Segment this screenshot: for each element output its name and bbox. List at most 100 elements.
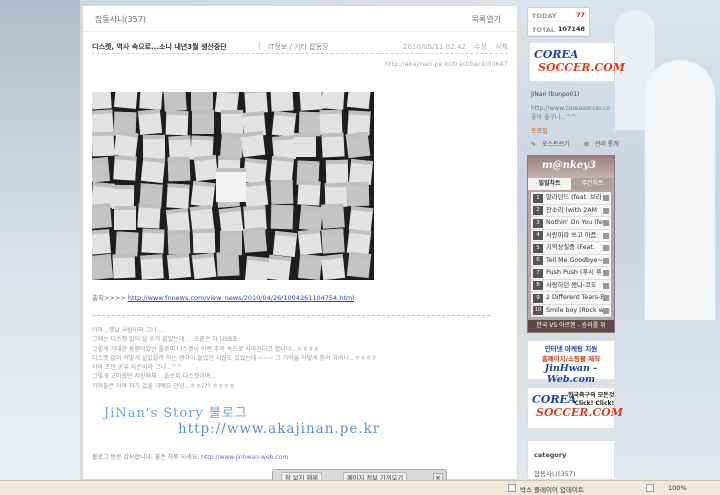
- play-icon[interactable]: [603, 295, 609, 301]
- chart-song-item[interactable]: 8 사랑하던 썸나-코도: [531, 280, 611, 292]
- play-icon[interactable]: [603, 220, 609, 226]
- profile-tag[interactable]: 프로필: [531, 127, 619, 136]
- play-icon[interactable]: [603, 195, 609, 201]
- floppy-disk: [319, 109, 343, 134]
- song-rank: 4: [533, 231, 543, 241]
- song-title: 말라던드 (feat. 브라: [546, 194, 602, 201]
- total-row: TOTAL 107148: [528, 22, 589, 36]
- floppy-disk: [166, 183, 190, 209]
- floppy-disk: [299, 92, 323, 111]
- jinhwan-web-banner[interactable]: 인터넷 마케팅 지원 홈페이지/쇼핑몰 제작 JinHwan -Web.com: [527, 340, 615, 385]
- floppy-disk: [321, 132, 345, 158]
- browser-status-bar: 박스 플레이어 업데이트 100%: [0, 480, 720, 495]
- floppy-disk: [138, 109, 163, 136]
- chart-song-item[interactable]: 6 Tell Me Goodbye~: [531, 255, 611, 267]
- floppy-disk: [166, 253, 192, 280]
- body-line: 디스켓 없이 어떻게 살았을까 하는 생각이 들었던 시절도 있었는데 ~~~ …: [92, 354, 377, 362]
- song-title: Nothin' On You (fe: [546, 219, 603, 226]
- signature-url[interactable]: http://www.akajinan.pe.kr: [178, 421, 380, 437]
- chart-tabs: 일일차트 주간차트: [528, 178, 614, 190]
- song-rank: 2: [533, 206, 543, 216]
- floppy-disk: [112, 253, 136, 279]
- chart-song-item[interactable]: 3 Nothin' On You (fe: [531, 217, 611, 230]
- play-icon[interactable]: [603, 207, 609, 214]
- plugin-icon[interactable]: [508, 484, 516, 492]
- monkey3-logo[interactable]: m@nkey3: [542, 160, 596, 171]
- zoom-level[interactable]: 100%: [668, 484, 687, 492]
- category-title[interactable]: 잡동사니(357): [95, 14, 146, 25]
- chart-song-item[interactable]: 10 Smile boy (Rock w: [531, 305, 611, 317]
- monkey3-header: m@nkey3: [528, 156, 614, 178]
- body-line: 기억들은 아마 저기 있을 거예요 안녕...ㅎㅎ??? ㅎㅎㅎㅎ: [92, 382, 235, 390]
- chart-song-item[interactable]: 4 사랑이라 쓰고 아픔: [531, 230, 611, 242]
- today-row: TODAY 77: [528, 8, 589, 22]
- floppy-disk: [92, 203, 113, 230]
- content-divider: [92, 315, 490, 316]
- play-icon[interactable]: [603, 282, 609, 289]
- profile-link[interactable]: http://www.coreasoccer.co: [531, 104, 619, 113]
- write-post-label: 포스트쓰기: [542, 141, 570, 148]
- total-label: TOTAL: [532, 26, 556, 34]
- floppy-disk: [271, 111, 296, 138]
- signature-title: JiNan's Story 블로그: [104, 406, 248, 421]
- floppy-disk: [143, 134, 166, 160]
- banner-caption: 한국축구의 모든것 Click! Click!: [568, 392, 614, 408]
- floppy-disk: [243, 180, 269, 207]
- delete-link[interactable]: 삭제: [495, 43, 508, 51]
- play-icon[interactable]: [603, 257, 609, 264]
- song-rank: 9: [533, 293, 543, 303]
- tab-daily[interactable]: 일일차트: [528, 178, 571, 190]
- monkey3-footer[interactable]: 한국 VS 아르헨 - 승리를 위: [528, 320, 614, 332]
- admin-label: 관리 통계: [594, 141, 619, 148]
- song-rank: 6: [533, 256, 543, 266]
- floppy-disk: [220, 110, 244, 135]
- chart-song-item[interactable]: 2 잔소리 (with 2AM: [531, 205, 611, 217]
- floppy-disk: [298, 204, 323, 232]
- floppy-disk: [113, 205, 136, 231]
- player-update-notice[interactable]: 박스 플레이어 업데이트: [520, 484, 584, 494]
- open-list-link[interactable]: 목록열기: [472, 14, 501, 25]
- floppy-disk: [139, 92, 164, 111]
- today-value: 77: [575, 11, 585, 19]
- tab-weekly[interactable]: 주간차트: [571, 178, 614, 190]
- floppy-disk: [190, 92, 213, 111]
- floppy-disk: [297, 180, 321, 206]
- floppy-disk: [346, 228, 372, 255]
- floppy-disk: [92, 253, 113, 280]
- floppy-disk: [115, 231, 139, 257]
- pencil-icon: ✎: [531, 141, 537, 148]
- play-icon[interactable]: [603, 270, 609, 276]
- body-line: 아마...옛날 사람이라 그나....: [92, 327, 165, 334]
- chart-song-list: 1 말라던드 (feat. 브라 2 잔소리 (with 2AM 3 Nothin' On…: [531, 192, 611, 317]
- floppy-disk: [113, 92, 139, 110]
- coreasoccer-logo[interactable]: COREA SOCCER.COM: [529, 42, 625, 82]
- post-category[interactable]: IT정보 / 기타 잡동장: [268, 42, 328, 52]
- trackback-url[interactable]: http://akajinan.pe.kr/trackback/30647: [385, 60, 508, 68]
- logo-text: COREA SOCCER.COM: [534, 48, 625, 74]
- song-rank: 8: [533, 281, 543, 291]
- logo-line2: SOCCER.COM: [538, 61, 625, 74]
- post-title[interactable]: 디스켓, 역사 속으로...소니 내년3월 생산중단: [92, 42, 227, 52]
- play-icon[interactable]: [603, 245, 609, 251]
- edit-link[interactable]: 수정: [474, 43, 487, 51]
- security-icon[interactable]: [646, 484, 654, 492]
- write-post-link[interactable]: ✎ 포스트쓰기: [531, 141, 576, 148]
- chart-song-item[interactable]: 7 Push Push (푸시 푸: [531, 267, 611, 280]
- floppy-disk-highlight: [216, 168, 246, 202]
- floppy-disk: [320, 253, 346, 280]
- footer-link[interactable]: http://www.jinhwan-web.com: [201, 454, 288, 461]
- floppy-disk: [270, 204, 294, 230]
- category-item[interactable]: 잡동사니(357): [534, 468, 575, 478]
- chart-song-item[interactable]: 1 말라던드 (feat. 브라: [531, 192, 611, 205]
- song-rank: 3: [533, 218, 543, 228]
- play-icon[interactable]: [603, 232, 609, 239]
- chart-song-item[interactable]: 92 Different Tears-E: [531, 292, 611, 305]
- chart-song-item[interactable]: 5 기억상실증 (Feat.: [531, 242, 611, 255]
- source-link[interactable]: http://www.fnnews.com/view_news/2010/04/…: [128, 294, 354, 302]
- admin-link[interactable]: ⚙ 관리 통계: [584, 141, 625, 148]
- body-line: 그때는 디스켓 없이 살 수가 없었는데.....요즘은 다 USB죠: [92, 336, 238, 344]
- floppy-disk: [163, 92, 188, 112]
- footer-links: 블로그 방문 감사합니다. 좋은 하루 되세요. http://www.jinh…: [92, 452, 288, 461]
- play-icon[interactable]: [603, 307, 609, 314]
- floppy-disk: [266, 254, 292, 280]
